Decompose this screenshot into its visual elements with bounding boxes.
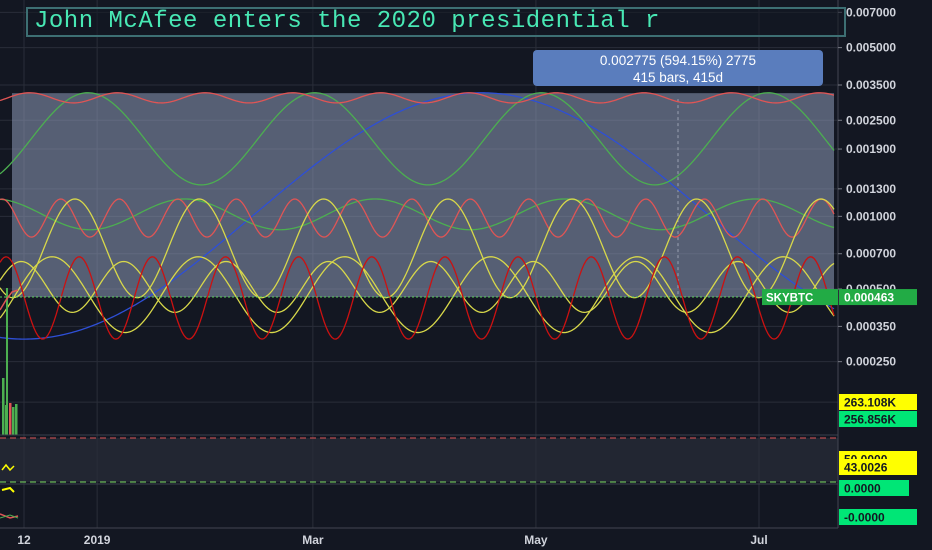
time-tick-label: May xyxy=(524,533,548,547)
price-tick-label: 0.001000 xyxy=(846,209,896,223)
measure-bars: 415 bars, 415d xyxy=(632,70,724,85)
indicator-tag-2: -0.0000 xyxy=(844,511,885,525)
oscillator-value-tag: 43.0026 xyxy=(844,461,888,475)
indicator-tag: 0.0000 xyxy=(844,482,881,496)
volume-ma-tag: 256.856K xyxy=(844,413,896,427)
indicator-line xyxy=(1,486,15,493)
measure-change: 0.002775 (594.15%) 2775 xyxy=(599,53,757,68)
oscillator-band xyxy=(0,438,838,482)
price-tick-label: 0.002500 xyxy=(846,113,896,127)
volume-bar xyxy=(5,405,8,435)
volume-bar xyxy=(12,407,15,435)
time-tick-label: Jul xyxy=(750,533,767,547)
volume-bar xyxy=(2,378,5,435)
time-tick-label: 2019 xyxy=(84,533,111,547)
time-tick-label: Mar xyxy=(302,533,324,547)
measure-range-box xyxy=(12,93,834,298)
time-tick-label: 12 xyxy=(17,533,31,547)
price-tick-label: 0.001300 xyxy=(846,182,896,196)
measure-tooltip: 0.002775 (594.15%) 2775 415 bars, 415d xyxy=(533,50,823,86)
price-tick-label: 0.003500 xyxy=(846,78,896,92)
symbol-tag: SKYBTC xyxy=(766,293,813,305)
chart-title: John McAfee enters the 2020 presidential… xyxy=(26,7,846,37)
price-tag: 0.000463 xyxy=(844,291,894,305)
price-tick-label: 0.000250 xyxy=(846,355,896,369)
volume-bar xyxy=(9,403,12,435)
volume-tag: 263.108K xyxy=(844,396,896,410)
price-tick-label: 0.005000 xyxy=(846,41,896,55)
price-tick-label: 0.000700 xyxy=(846,247,896,261)
price-tick-label: 0.001900 xyxy=(846,142,896,156)
volume-bar xyxy=(15,404,18,435)
price-tick-label: 0.000350 xyxy=(846,319,896,333)
price-tick-label: 0.007000 xyxy=(846,5,896,19)
